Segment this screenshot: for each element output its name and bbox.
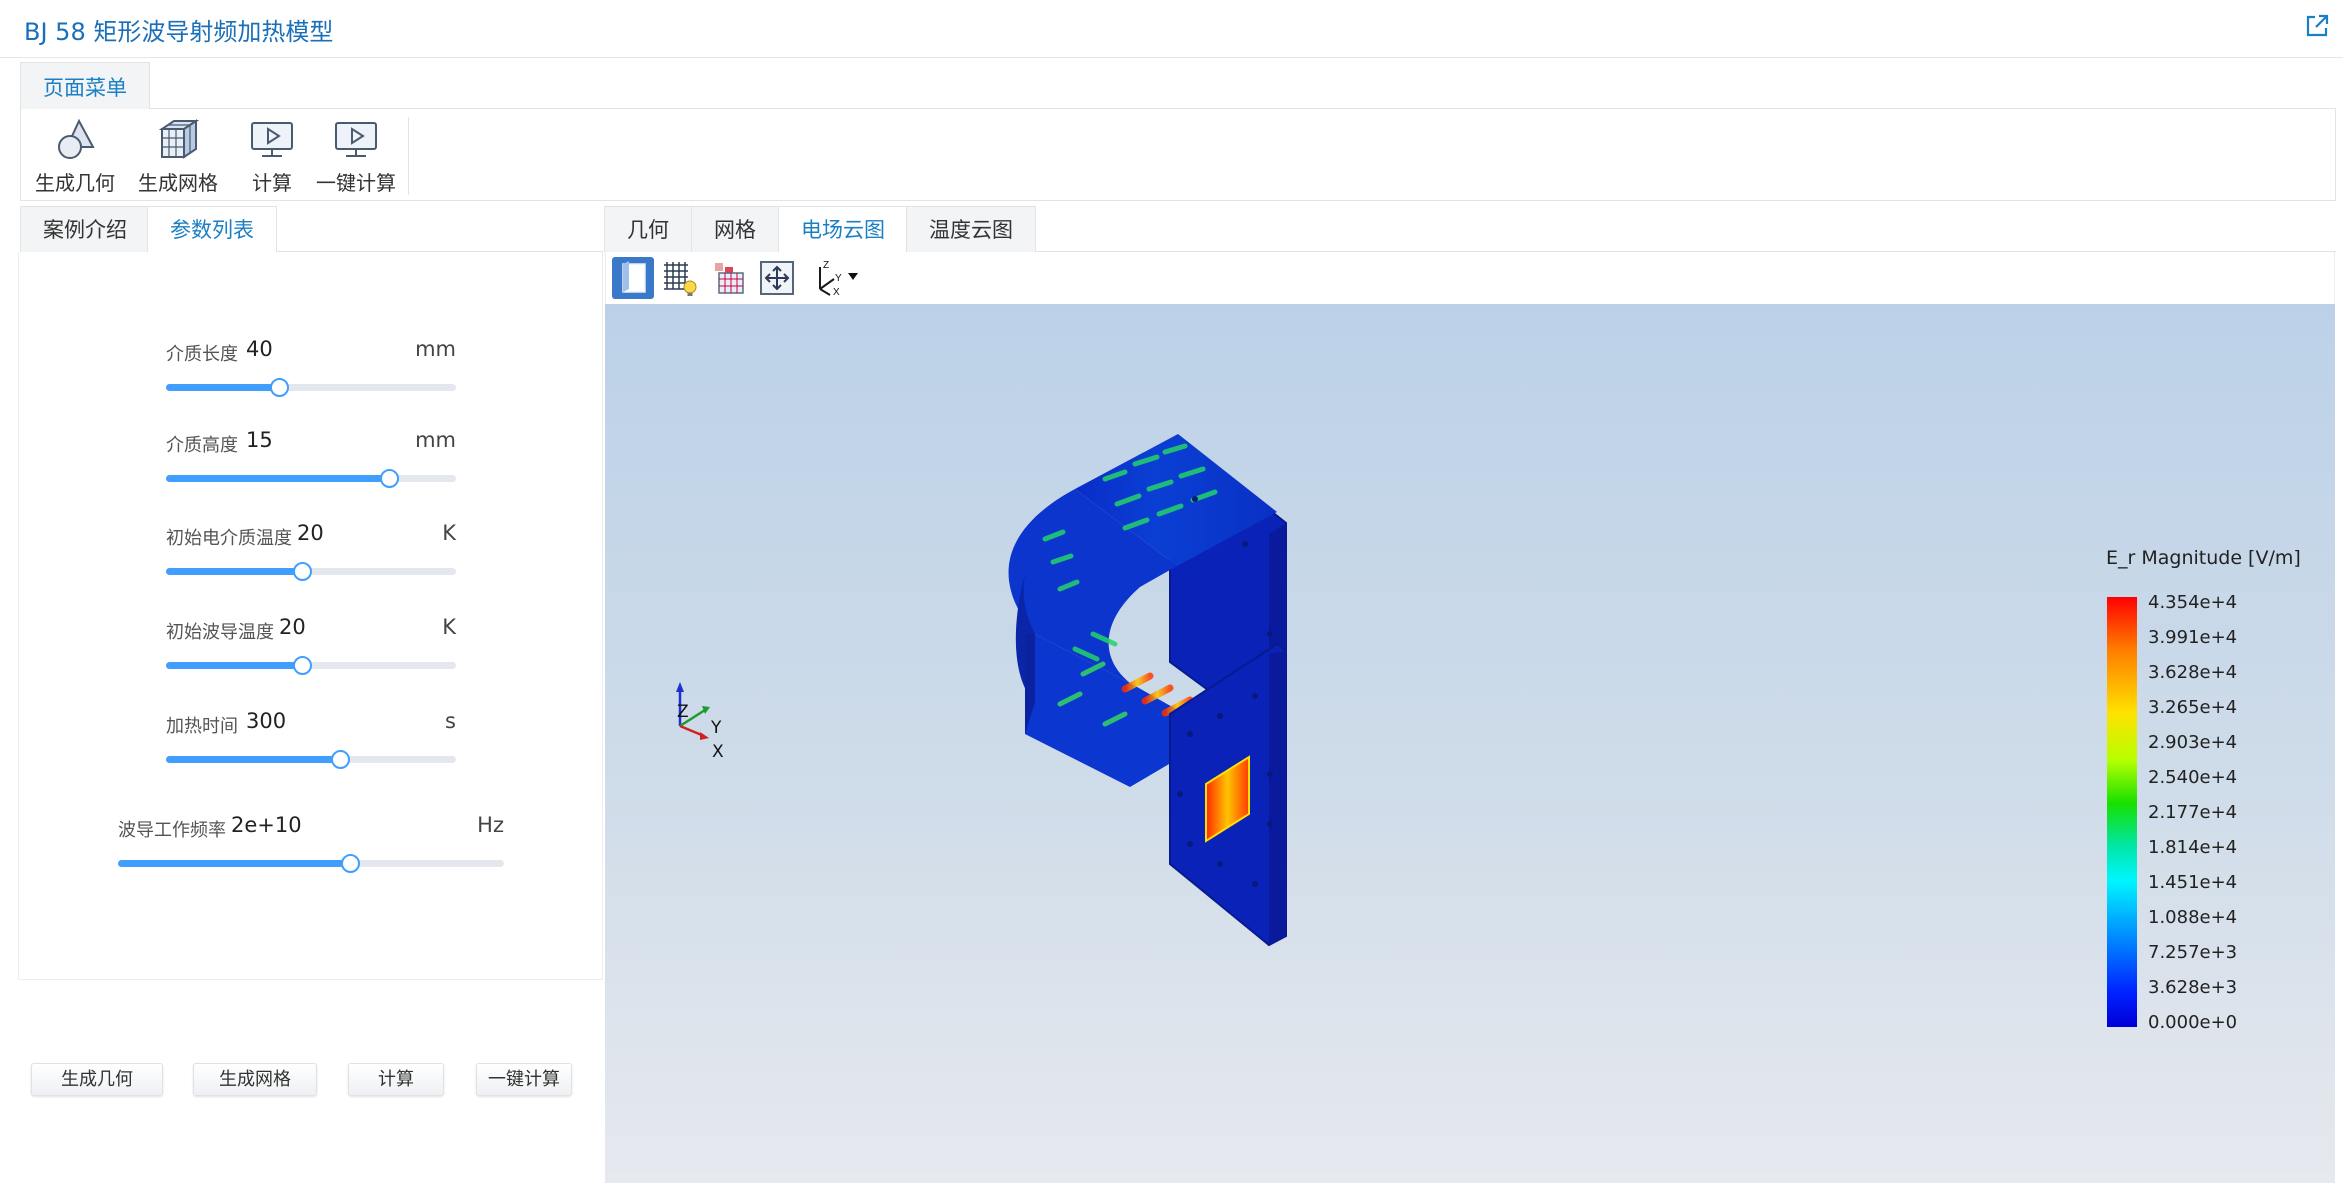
legend-title: E_r Magnitude [V/m] <box>2106 547 2301 569</box>
slider-thumb[interactable] <box>270 378 290 397</box>
mesh-cube-icon <box>158 119 200 159</box>
external-link-icon[interactable] <box>2303 12 2331 40</box>
slider-fill <box>166 662 303 669</box>
slider-initial-waveguide-temperature[interactable] <box>166 656 456 675</box>
mesh-light-icon <box>664 262 697 296</box>
compute-button[interactable]: 计算 <box>348 1063 444 1096</box>
generate-mesh-button[interactable]: 生成网格 <box>193 1063 317 1096</box>
svg-text:Z: Z <box>823 260 829 271</box>
fit-view-icon <box>760 261 794 295</box>
generate-geometry-button[interactable]: 生成几何 <box>31 1063 163 1096</box>
color-cube-button[interactable] <box>709 257 751 299</box>
color-scale-bar <box>2107 597 2137 1027</box>
fit-view-button[interactable] <box>756 257 798 299</box>
legend-tick: 3.628e+4 <box>2148 662 2238 683</box>
tab-page-menu[interactable]: 页面菜单 <box>20 62 150 109</box>
slider-thumb[interactable] <box>380 469 400 488</box>
slider-fill <box>166 384 280 391</box>
ribbon-tabbar: 页面菜单 <box>20 62 2336 109</box>
param-label: 介质长度 <box>166 344 238 365</box>
legend-tick: 1.451e+4 <box>2148 872 2238 893</box>
legend-tick: 2.540e+4 <box>2148 767 2238 788</box>
compute-ribbon-button[interactable]: 计算 <box>239 115 305 195</box>
3d-viewport[interactable]: Z Y X E_r Magnitude [V/m] 4.354e+4 3.991… <box>605 304 2335 1183</box>
param-unit: K <box>442 615 456 639</box>
svg-text:Y: Y <box>835 273 842 284</box>
param-label: 加热时间 <box>166 716 238 737</box>
generate-geometry-ribbon-button[interactable]: 生成几何 <box>31 115 119 195</box>
axis-orientation-icon: Z Y X <box>819 260 858 298</box>
slider-dielectric-height[interactable] <box>166 469 456 488</box>
play-monitor-icon <box>335 122 377 157</box>
geometry-icon <box>58 118 95 159</box>
param-value[interactable]: 20 <box>297 521 324 545</box>
legend-tick: 0.000e+0 <box>2148 1012 2238 1033</box>
param-value[interactable]: 300 <box>246 709 286 733</box>
slider-dielectric-length[interactable] <box>166 378 456 397</box>
slider-fill <box>166 568 303 575</box>
param-value[interactable]: 20 <box>279 615 306 639</box>
param-label: 初始电介质温度 <box>166 528 292 549</box>
legend-tick: 7.257e+3 <box>2148 942 2238 963</box>
slider-fill <box>118 860 350 867</box>
one-click-compute-ribbon-button[interactable]: 一键计算 <box>308 115 404 195</box>
surface-view-button[interactable] <box>612 257 654 299</box>
tab-mesh[interactable]: 网格 <box>691 206 779 252</box>
param-label: 初始波导温度 <box>166 622 274 643</box>
legend-tick: 2.903e+4 <box>2148 732 2238 753</box>
parameter-panel: 介质长度 40 mm 介质高度 15 mm 初始电介质温度 20 K 初始波导温… <box>18 252 603 980</box>
legend-tick: 2.177e+4 <box>2148 802 2238 823</box>
tab-case-intro[interactable]: 案例介绍 <box>20 206 150 252</box>
svg-text:X: X <box>833 287 840 298</box>
legend-tick: 3.628e+3 <box>2148 977 2238 998</box>
tab-electric-field-contour[interactable]: 电场云图 <box>778 206 908 252</box>
mesh-light-button[interactable] <box>659 257 701 299</box>
axis-label-x: X <box>712 742 724 762</box>
viewer-toolbar: Z Y X <box>605 252 2335 304</box>
generate-mesh-ribbon-button[interactable]: 生成网格 <box>134 115 222 195</box>
waveguide-field-render <box>676 434 1287 947</box>
ribbon-divider <box>408 117 409 195</box>
color-cube-icon <box>715 263 744 294</box>
slider-fill <box>166 756 340 763</box>
tab-geometry[interactable]: 几何 <box>604 206 692 252</box>
slider-thumb[interactable] <box>340 854 360 873</box>
param-value[interactable]: 15 <box>246 428 273 452</box>
param-unit: Hz <box>477 813 504 837</box>
slider-fill <box>166 475 390 482</box>
slider-initial-dielectric-temperature[interactable] <box>166 562 456 581</box>
tab-parameter-list[interactable]: 参数列表 <box>147 206 277 252</box>
left-tabbar: 案例介绍 参数列表 <box>20 206 603 252</box>
legend-tick: 4.354e+4 <box>2148 592 2238 613</box>
legend-tick: 3.991e+4 <box>2148 627 2238 648</box>
axis-label-y: Y <box>711 718 722 738</box>
surface-view-icon <box>622 261 646 293</box>
play-monitor-icon <box>251 122 293 157</box>
slider-operating-frequency[interactable] <box>118 854 504 873</box>
slider-heating-time[interactable] <box>166 750 456 769</box>
param-unit: mm <box>415 337 456 361</box>
one-click-compute-button[interactable]: 一键计算 <box>476 1063 572 1096</box>
legend-tick: 1.088e+4 <box>2148 907 2238 928</box>
param-value[interactable]: 40 <box>246 337 273 361</box>
param-label: 波导工作频率 <box>118 820 226 841</box>
axis-orientation-dropdown[interactable]: Z Y X <box>806 257 866 299</box>
param-unit: mm <box>415 428 456 452</box>
param-label: 介质高度 <box>166 435 238 456</box>
param-value[interactable]: 2e+10 <box>231 813 302 837</box>
slider-thumb[interactable] <box>293 656 313 675</box>
ribbon-toolbar: 生成几何 生成网格 计算 一键计算 <box>20 109 2336 201</box>
title-bar: BJ 58 矩形波导射频加热模型 <box>0 0 2343 58</box>
slider-thumb[interactable] <box>331 750 350 769</box>
viewer-tabbar: 几何 网格 电场云图 温度云图 <box>604 206 2336 252</box>
param-unit: s <box>445 709 456 733</box>
tab-temperature-contour[interactable]: 温度云图 <box>906 206 1036 252</box>
legend-tick: 3.265e+4 <box>2148 697 2238 718</box>
axis-label-z: Z <box>677 702 689 722</box>
slider-thumb[interactable] <box>293 562 313 581</box>
app-title: BJ 58 矩形波导射频加热模型 <box>24 18 334 46</box>
legend-tick: 1.814e+4 <box>2148 837 2238 858</box>
param-unit: K <box>442 521 456 545</box>
